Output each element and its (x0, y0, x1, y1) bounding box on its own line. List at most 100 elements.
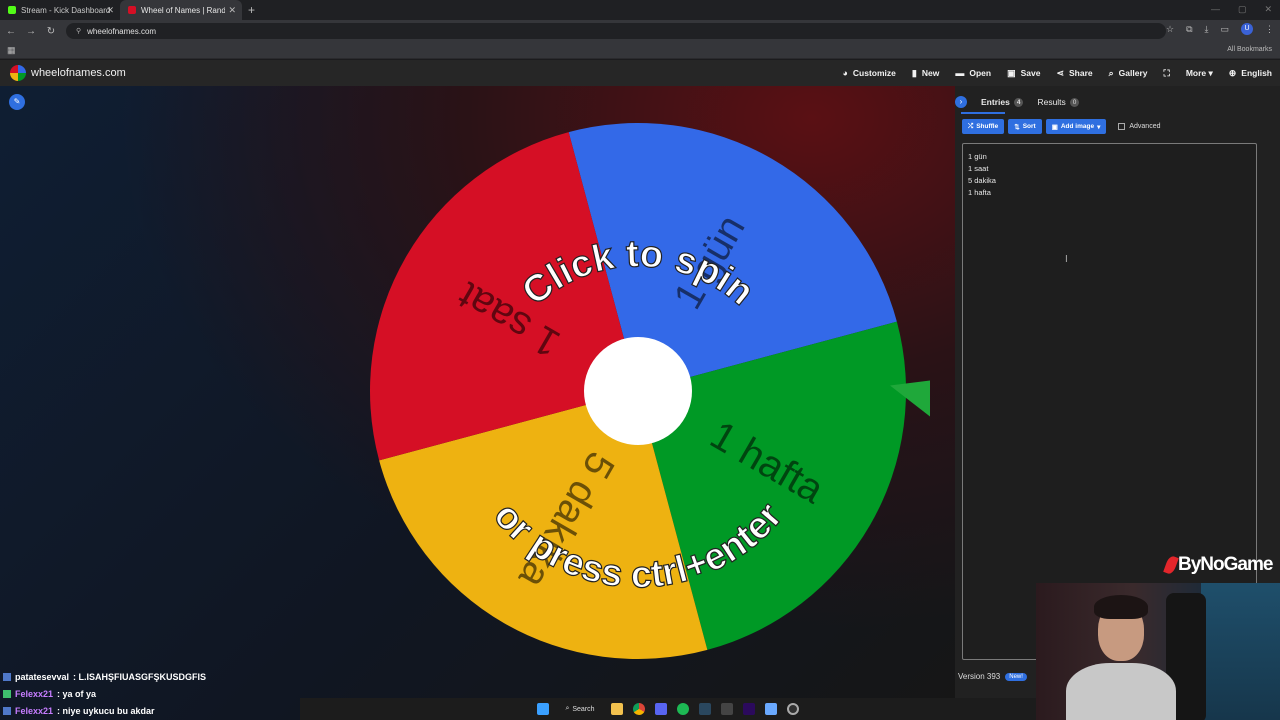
reload-icon[interactable]: ↻ (42, 26, 60, 37)
stream-chat-overlay: patatesevval : L.ISAHŞFIUASGFŞKUSDGFIS F… (0, 668, 300, 719)
results-count-badge: 0 (1069, 97, 1080, 107)
spotify-icon[interactable] (676, 703, 689, 715)
menu-label: Open (969, 68, 992, 78)
tab-entries[interactable]: Entries 4 (981, 97, 1024, 107)
checkbox-label: Advanced (1129, 123, 1161, 130)
discord-icon[interactable] (654, 703, 667, 715)
menu-label: New (921, 68, 940, 78)
advanced-checkbox[interactable]: Advanced (1118, 123, 1160, 130)
gallery-button[interactable]: ⌕ Gallery (1109, 68, 1148, 79)
streamer-watermark: ByNoGame (1163, 554, 1273, 576)
browser-tab-wheel[interactable]: Wheel of Names | Random nam ✕ (120, 0, 242, 20)
chat-text: : niye uykucu bu akdar (57, 705, 155, 716)
version-info[interactable]: Version 393 New! (958, 672, 1027, 681)
bookmarks-bar: ▦ All Bookmarks (0, 42, 1280, 59)
button-label: Add image (1060, 123, 1095, 130)
tab-results[interactable]: Results 0 (1037, 97, 1080, 107)
back-icon[interactable]: ← (2, 26, 20, 37)
entry-line: 1 hafta (968, 188, 991, 197)
taskbar-search[interactable]: ⌕ Search (565, 705, 594, 713)
sort-button[interactable]: ⇅ Sort (1008, 119, 1042, 134)
shuffle-icon: ⤮ (968, 122, 974, 130)
browser-tab-kick[interactable]: Stream - Kick Dashboard ✕ (0, 0, 120, 20)
address-bar-row: ← → ↻ ⚲ wheelofnames.com ☆ ⧉ ⤓ ▭ U ⋮ (0, 20, 1280, 42)
site-header: wheelofnames.com ◕ Customize ▮ New ▬ Open ▣… (0, 60, 1280, 86)
premiere-icon[interactable] (742, 703, 755, 715)
menu-label: Gallery (1118, 68, 1148, 78)
fullscreen-button[interactable]: ⛶ (1164, 68, 1170, 79)
close-window-icon[interactable]: ✕ (1264, 4, 1272, 15)
version-text: Version 393 (958, 672, 1001, 681)
shuffle-button[interactable]: ⤮ Shuffle (962, 119, 1005, 134)
chat-badge-icon (3, 706, 11, 715)
open-button[interactable]: ▬ Open (955, 68, 991, 78)
search-icon: ⌕ (1108, 67, 1114, 78)
wheel-favicon-icon (128, 6, 136, 14)
profile-avatar[interactable]: U (1241, 23, 1253, 35)
watermark-text: ByNoGame (1178, 554, 1273, 575)
language-button[interactable]: ⊕ English (1229, 68, 1272, 79)
windows-start-icon[interactable] (537, 703, 550, 715)
app-icon[interactable] (720, 703, 733, 715)
chat-message: patatesevval : L.ISAHŞFIUASGFŞKUSDGFIS (0, 668, 300, 685)
site-title[interactable]: wheelofnames.com (31, 67, 126, 79)
more-button[interactable]: More ▾ (1186, 68, 1213, 79)
folder-icon: ▬ (955, 68, 965, 78)
new-button[interactable]: ▮ New (912, 68, 939, 79)
maximize-icon[interactable]: ▢ (1238, 4, 1247, 15)
wheel-logo-icon[interactable] (10, 65, 26, 81)
minimize-icon[interactable]: — (1211, 4, 1220, 15)
close-tab-icon[interactable]: ✕ (106, 5, 114, 16)
wheel-center-hub[interactable] (584, 337, 692, 445)
palette-icon: ◕ (842, 68, 848, 78)
fullscreen-icon: ⛶ (1163, 67, 1170, 78)
tab-label: Results (1037, 97, 1066, 107)
new-file-icon: ▮ (911, 67, 917, 78)
bookmark-star-icon[interactable]: ☆ (1166, 24, 1174, 35)
site-info-icon[interactable]: ⚲ (76, 27, 81, 35)
chevron-down-icon: ▾ (1097, 123, 1101, 131)
collapse-panel-icon[interactable]: › (955, 96, 967, 108)
url-input[interactable]: ⚲ wheelofnames.com (66, 23, 1166, 39)
close-tab-icon[interactable]: ✕ (228, 5, 236, 16)
file-explorer-icon[interactable] (610, 703, 623, 715)
entries-toolbar: ⤮ Shuffle ⇅ Sort ▣ Add image ▾ Advanced (962, 119, 1160, 134)
add-image-button[interactable]: ▣ Add image ▾ (1045, 119, 1107, 134)
chat-message: Felexx21 : ya of ya (0, 685, 300, 702)
menu-dots-icon[interactable]: ⋮ (1265, 24, 1274, 35)
chrome-icon[interactable] (632, 703, 645, 715)
menu-label: Share (1069, 68, 1093, 78)
tab-label: Entries (981, 97, 1010, 107)
spinning-wheel[interactable]: 1 gün1 hafta5 dakika1 saatClick to spino… (0, 86, 955, 720)
streamer-body (1066, 663, 1176, 720)
steam-icon[interactable] (698, 703, 711, 715)
forward-icon[interactable]: → (22, 26, 40, 37)
new-tab-icon[interactable]: + (248, 3, 255, 17)
search-label: Search (572, 705, 595, 713)
extensions-icon[interactable]: ⧉ (1186, 24, 1192, 35)
chat-username: Felexx21 (15, 705, 54, 716)
customize-button[interactable]: ◕ Customize (842, 68, 895, 78)
button-label: Shuffle (976, 123, 999, 130)
chat-message-text: niye uykucu bu akdar (62, 705, 155, 716)
brand-logo-icon (1163, 554, 1179, 576)
globe-icon: ⊕ (1228, 67, 1237, 78)
download-icon[interactable]: ⤓ (1205, 24, 1209, 35)
text-cursor-icon: I (1065, 254, 1068, 265)
windows-taskbar: ⌕ Search (300, 698, 1036, 720)
browser-tab-strip: Stream - Kick Dashboard ✕ Wheel of Names… (0, 0, 1280, 20)
network-app-icon[interactable] (764, 703, 777, 715)
top-menu: ◕ Customize ▮ New ▬ Open ▣ Save ⋖ Share ⌕ Gall… (842, 60, 1272, 86)
url-text: wheelofnames.com (87, 26, 157, 36)
button-label: Sort (1022, 123, 1036, 130)
obs-icon[interactable] (786, 703, 799, 715)
save-button[interactable]: ▣ Save (1007, 68, 1040, 79)
tab-search-icon[interactable]: ▭ (1220, 24, 1229, 35)
chat-username: patatesevval (15, 671, 70, 682)
apps-grid-icon[interactable]: ▦ (7, 45, 16, 56)
entries-count-badge: 4 (1013, 97, 1024, 107)
all-bookmarks[interactable]: All Bookmarks (1227, 46, 1272, 53)
new-badge: New! (1005, 672, 1027, 681)
share-button[interactable]: ⋖ Share (1056, 68, 1092, 79)
streamer-hair (1094, 595, 1148, 619)
